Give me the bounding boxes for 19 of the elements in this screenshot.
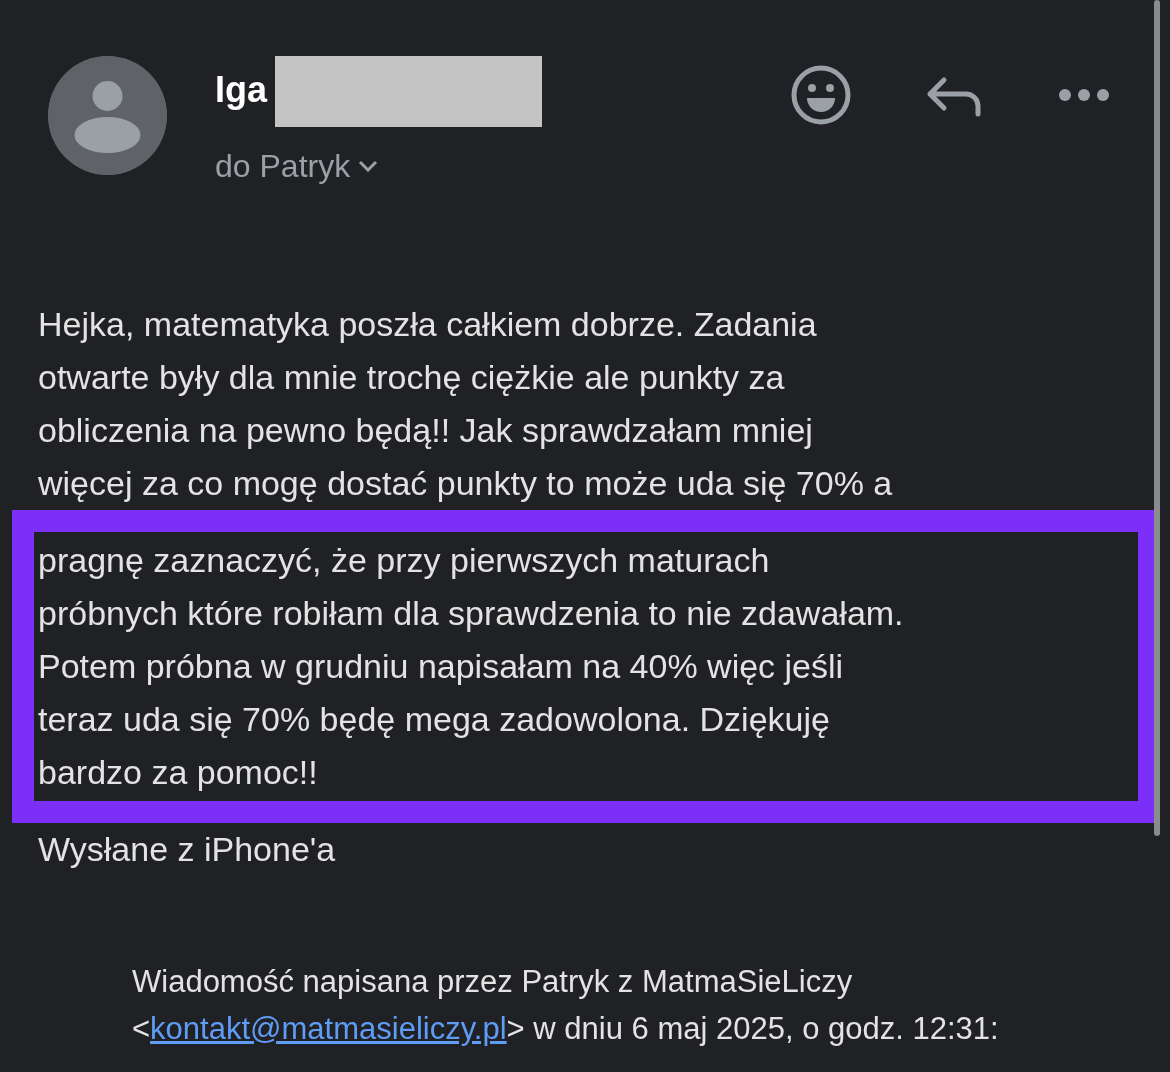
sender-name: Iga: [215, 72, 267, 108]
body-text-line: Potem próbna w grudniu napisałam na 40% więc jeśli: [38, 646, 845, 687]
body-text-line: teraz uda się 70% będę mega zadowolona. Dziękuję: [38, 699, 831, 740]
email-link[interactable]: kontakt@matmasieliczy.pl: [150, 1011, 507, 1046]
quote-header-text: Wiadomość napisana przez Patryk z MatmaSieLiczy <kontakt@matmasieliczy.pl> w dniu 6 maj 2025, o godz. 12:31:: [132, 963, 1000, 1048]
signature-text: Wysłane z iPhone'a: [38, 829, 337, 870]
avatar-icon: [48, 56, 167, 175]
body-text-line: bardzo za pomoc!!: [38, 752, 319, 793]
recipient-toggle[interactable]: do Patryk: [215, 142, 379, 190]
body-text-line: otwarte były dla mnie trochę ciężkie ale punkty za: [38, 357, 786, 398]
body-text-line: próbnych które robiłam dla sprawdzenia to nie zdawałam.: [38, 593, 905, 634]
more-icon[interactable]: [1058, 87, 1110, 103]
body-text-line: więcej za co mogę dostać punkty to może uda się 70% a: [38, 463, 894, 504]
chevron-down-icon: [358, 160, 379, 172]
body-text-line: Hejka, matematyka poszła całkiem dobrze. Zadania: [38, 304, 818, 345]
scrollbar[interactable]: [1154, 0, 1160, 836]
body-text-line: pragnę zaznaczyć, że przy pierwszych maturach: [38, 540, 771, 581]
smiley-icon[interactable]: [790, 64, 852, 126]
body-text-line: obliczenia na pewno będą!! Jak sprawdzałam mniej: [38, 410, 814, 451]
